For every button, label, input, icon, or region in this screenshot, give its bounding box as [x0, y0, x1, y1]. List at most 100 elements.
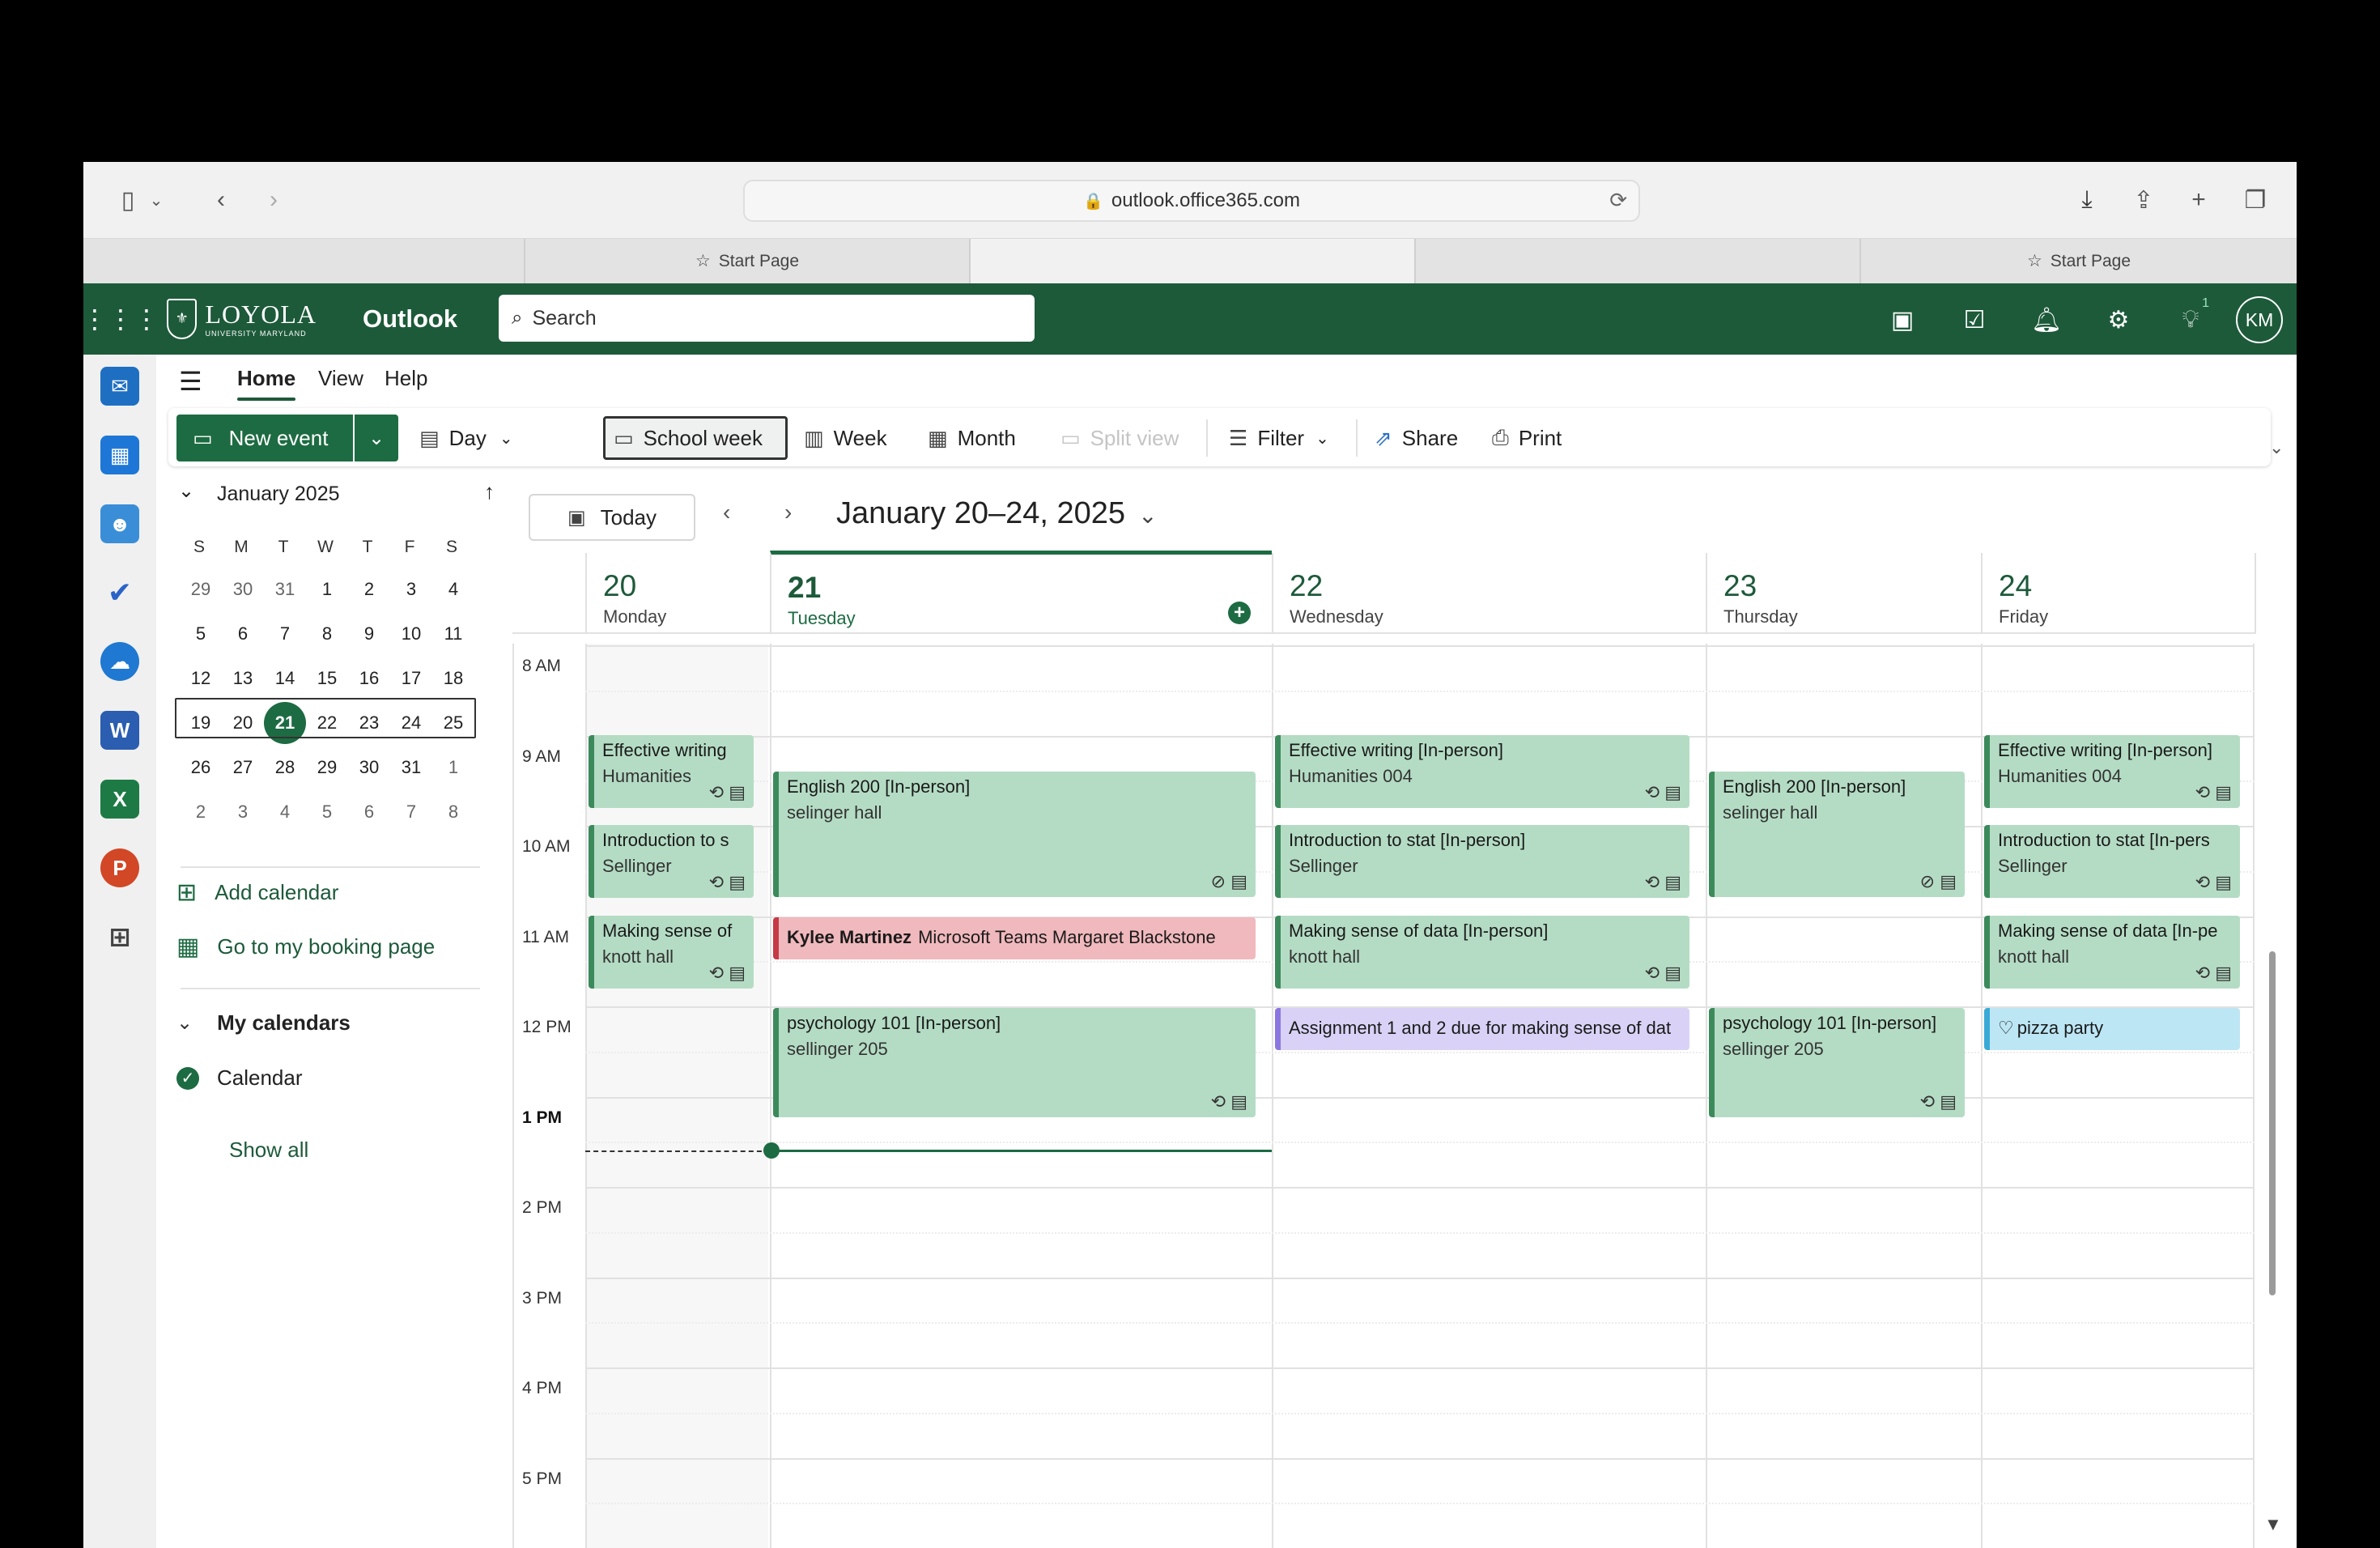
day-view-button[interactable]: ▤ Day ⌄: [411, 416, 521, 460]
day-header-friday[interactable]: 24 Friday: [1981, 553, 2256, 634]
day-header-tuesday[interactable]: 21 Tuesday +: [770, 551, 1272, 634]
mini-calendar-day[interactable]: 7: [264, 613, 306, 655]
school-week-button[interactable]: ▭ School week: [603, 416, 788, 460]
print-button[interactable]: ⎙ Print: [1484, 416, 1570, 460]
tips-icon[interactable]: 💡︎ 1: [2172, 296, 2210, 338]
event-fri-effective-writing[interactable]: Effective writing [In-person] Humanities …: [1984, 735, 2240, 808]
event-thu-english-200[interactable]: English 200 [In-person] selinger hall ⊘ ▤: [1709, 772, 1965, 897]
mini-calendar-day[interactable]: 3: [222, 791, 264, 833]
mini-calendar-day[interactable]: 7: [390, 791, 432, 833]
mini-calendar-day[interactable]: 5: [180, 613, 222, 655]
event-wed-effective-writing[interactable]: Effective writing [In-person] Humanities …: [1275, 735, 1689, 808]
event-wed-making-sense[interactable]: Making sense of data [In-person] knott ha…: [1275, 916, 1689, 989]
mini-calendar-day[interactable]: 9: [348, 613, 390, 655]
calendar-icon[interactable]: ▦: [100, 436, 139, 474]
event-tue-psychology-101[interactable]: psychology 101 [In-person] sellinger 205 ⟲…: [773, 1008, 1256, 1117]
booking-page-link[interactable]: ▦ Go to my booking page: [176, 933, 435, 961]
office-icon[interactable]: ▣: [1884, 301, 1921, 338]
mini-calendar-day[interactable]: 4: [264, 791, 306, 833]
new-event-button[interactable]: ▭ New event: [176, 415, 353, 461]
mini-calendar-day[interactable]: 30: [348, 746, 390, 789]
mini-calendar-day[interactable]: 27: [222, 746, 264, 789]
event-fri-making-sense[interactable]: Making sense of data [In-pe knott hall ⟲ ▤: [1984, 916, 2240, 989]
todo-icon[interactable]: ✔: [100, 573, 139, 612]
download-icon[interactable]: ⤓: [2067, 180, 2107, 220]
translate-reload-icons[interactable]: ⟳: [1609, 188, 1627, 213]
hamburger-icon[interactable]: ☰: [179, 366, 202, 397]
month-view-button[interactable]: ▦ Month: [920, 416, 1024, 460]
mini-calendar-day[interactable]: 1: [432, 746, 474, 789]
previous-week-icon[interactable]: ‹: [723, 500, 730, 525]
tab-start-page-1[interactable]: ☆ Start Page: [524, 239, 969, 283]
tab-overview-icon[interactable]: ❐: [2235, 180, 2276, 220]
mini-calendar-day[interactable]: 1: [306, 568, 348, 610]
event-wed-intro-stat[interactable]: Introduction to stat [In-person] Sellinge…: [1275, 825, 1689, 898]
mini-calendar-day[interactable]: 11: [432, 613, 474, 655]
new-tab-icon[interactable]: +: [2178, 180, 2219, 220]
mini-calendar-day[interactable]: 17: [390, 657, 432, 700]
split-view-button[interactable]: ▭ Split view: [1052, 416, 1187, 460]
add-calendar-link[interactable]: ⊞ Add calendar: [176, 878, 338, 907]
event-fri-pizza-party[interactable]: ♡ pizza party: [1984, 1008, 2240, 1050]
new-event-dropdown[interactable]: ⌄: [355, 415, 398, 461]
word-icon[interactable]: W: [100, 711, 139, 750]
mini-calendar-day[interactable]: 3: [390, 568, 432, 610]
tab-view[interactable]: View: [318, 366, 363, 391]
event-fri-intro-stat[interactable]: Introduction to stat [In-pers Sellinger ⟲ …: [1984, 825, 2240, 898]
address-bar[interactable]: 🔒 outlook.office365.com ⟳: [743, 180, 1640, 222]
mini-calendar-day[interactable]: 26: [180, 746, 222, 789]
mail-icon[interactable]: ✉: [100, 367, 139, 406]
week-view-button[interactable]: ▥ Week: [796, 416, 895, 460]
vertical-scrollbar[interactable]: [2269, 951, 2276, 1295]
ribbon-collapse-icon[interactable]: ⌄: [2269, 437, 2284, 458]
mini-calendar-day[interactable]: 30: [222, 568, 264, 610]
mini-calendar-day[interactable]: 29: [180, 568, 222, 610]
mini-calendar-day[interactable]: 2: [180, 791, 222, 833]
event-mon-effective-writing[interactable]: Effective writing Humanities ⟲ ▤: [589, 735, 754, 808]
mini-calendar-day[interactable]: 15: [306, 657, 348, 700]
day-header-wednesday[interactable]: 22 Wednesday: [1272, 553, 1706, 634]
my-day-icon[interactable]: ☑: [1956, 301, 1993, 338]
tab-active[interactable]: [969, 239, 1414, 283]
tab-blank[interactable]: [1414, 239, 1859, 283]
share-icon[interactable]: ⇪: [2123, 180, 2164, 220]
people-icon[interactable]: ☻: [100, 504, 139, 543]
next-week-icon[interactable]: ›: [784, 500, 792, 525]
my-calendars-group[interactable]: ⌄ My calendars: [176, 1010, 351, 1036]
collapse-chevron-icon[interactable]: ⌄: [178, 479, 194, 503]
onedrive-icon[interactable]: ☁: [100, 642, 139, 681]
mini-calendar-day[interactable]: 28: [264, 746, 306, 789]
date-range-title[interactable]: January 20–24, 2025 ⌄: [836, 496, 1158, 531]
mini-calendar-day[interactable]: 2: [348, 568, 390, 610]
today-button[interactable]: ▣ Today: [529, 494, 695, 541]
forward-icon[interactable]: ›: [253, 180, 294, 220]
app-launcher-icon[interactable]: ⋮⋮⋮: [83, 300, 159, 338]
calendar-item[interactable]: ✓ Calendar: [176, 1065, 303, 1091]
mini-calendar-day[interactable]: 16: [348, 657, 390, 700]
tab-start-page-2[interactable]: ☆ Start Page: [1859, 239, 2297, 283]
event-thu-psychology-101[interactable]: psychology 101 [In-person] sellinger 205 ⟲…: [1709, 1008, 1965, 1117]
event-mon-intro-stat[interactable]: Introduction to s Sellinger ⟲ ▤: [589, 825, 754, 898]
tab-help[interactable]: Help: [385, 366, 427, 391]
search-input[interactable]: ⌕ Search: [499, 295, 1035, 342]
share-button[interactable]: ⇗ Share: [1366, 416, 1466, 460]
avatar[interactable]: KM: [2236, 296, 2283, 343]
mini-calendar-day[interactable]: 13: [222, 657, 264, 700]
powerpoint-icon[interactable]: P: [100, 848, 139, 887]
loyola-logo[interactable]: ⚜ LOYOLA UNIVERSITY MARYLAND: [167, 296, 317, 341]
bell-icon[interactable]: 🔔︎: [2028, 301, 2065, 338]
back-icon[interactable]: ‹: [201, 180, 241, 220]
filter-button[interactable]: ☰ Filter ⌄: [1221, 416, 1337, 460]
mini-calendar-day[interactable]: 29: [306, 746, 348, 789]
event-tue-english-200[interactable]: English 200 [In-person] selinger hall ⊘ ▤: [773, 772, 1256, 897]
mini-calendar-day[interactable]: 12: [180, 657, 222, 700]
chevron-down-icon[interactable]: ⌄: [147, 180, 166, 220]
add-event-icon[interactable]: +: [1228, 602, 1251, 624]
event-wed-assignment-due[interactable]: Assignment 1 and 2 due for making sense …: [1275, 1008, 1689, 1050]
day-header-monday[interactable]: 20 Monday: [585, 553, 770, 634]
mini-calendar-day[interactable]: 8: [432, 791, 474, 833]
excel-icon[interactable]: X: [100, 780, 139, 819]
mini-calendar-day[interactable]: 6: [222, 613, 264, 655]
day-header-thursday[interactable]: 23 Thursday: [1706, 553, 1981, 634]
arrow-up-icon[interactable]: ↑: [484, 479, 495, 504]
